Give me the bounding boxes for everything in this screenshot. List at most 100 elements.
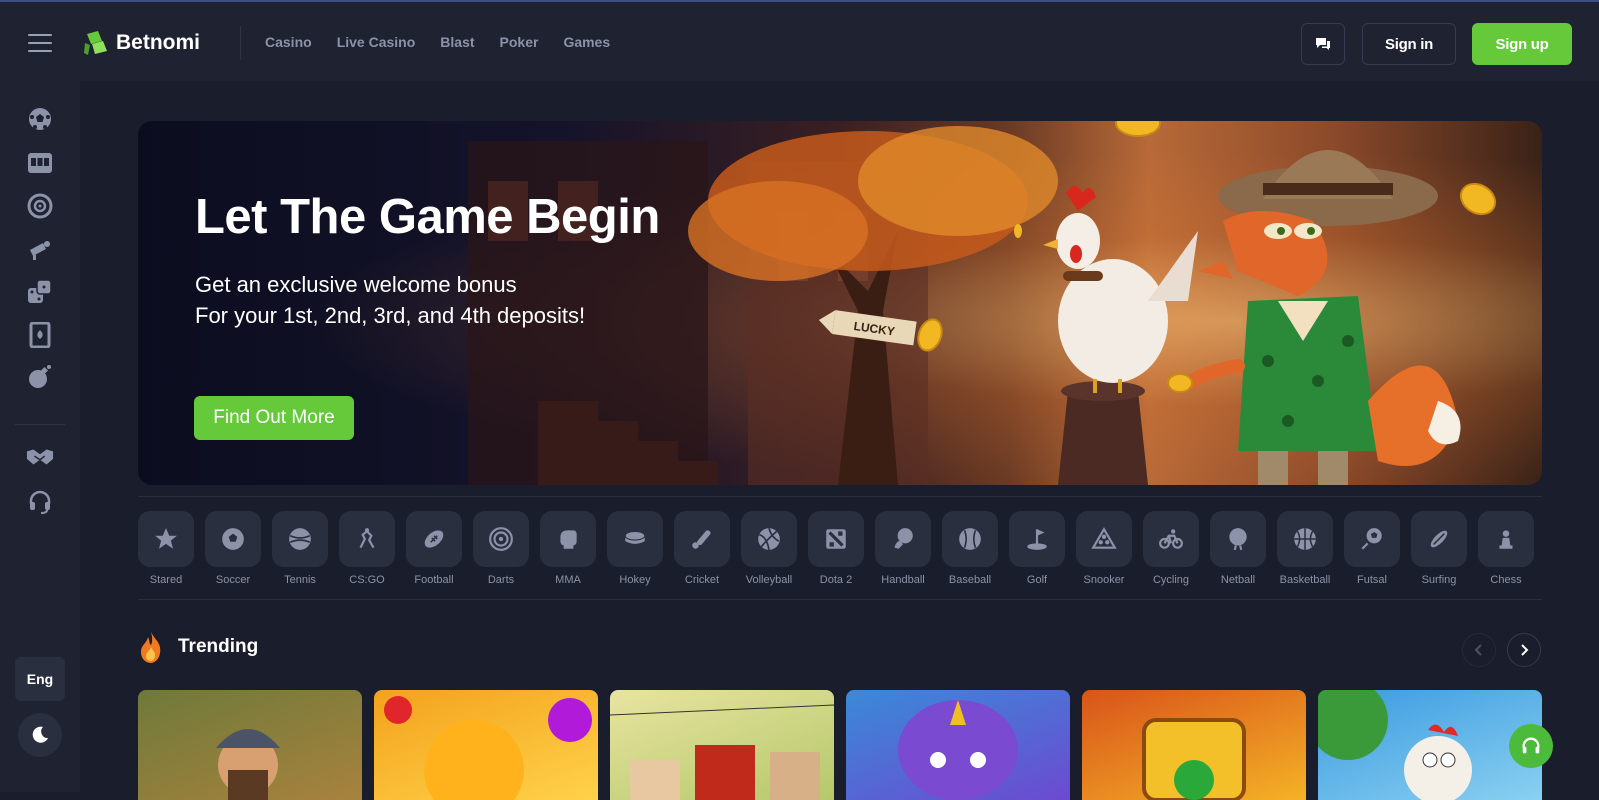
- football-icon: [424, 530, 444, 548]
- game-card-gems[interactable]: [1082, 690, 1306, 800]
- tennis-icon: [289, 528, 311, 550]
- sport-tile[interactable]: [272, 511, 328, 567]
- sports-category-strip: Stared Soccer Tennis CS:GO Football Darts MMA H…: [138, 496, 1542, 600]
- sport-tile[interactable]: [406, 511, 462, 567]
- theme-toggle-button[interactable]: [18, 713, 62, 757]
- sport-tile[interactable]: [674, 511, 730, 567]
- chat-button[interactable]: [1301, 23, 1345, 65]
- sport-item-baseball[interactable]: Baseball: [942, 511, 998, 586]
- sport-item-volleyball[interactable]: Volleyball: [741, 511, 797, 586]
- sport-item-tennis[interactable]: Tennis: [272, 511, 328, 586]
- game-thumbnail: [610, 704, 834, 800]
- volleyball-icon: [758, 527, 780, 550]
- sport-item-surfing[interactable]: Surfing: [1411, 511, 1467, 586]
- sport-label: Cycling: [1152, 574, 1190, 586]
- game-thumbnail: [1142, 718, 1246, 800]
- banner-title: Let The Game Begin: [195, 190, 660, 244]
- nav-casino[interactable]: Casino: [265, 34, 312, 50]
- sport-item-mma[interactable]: MMA: [540, 511, 596, 586]
- mma-icon: [560, 530, 577, 549]
- sport-item-basketball[interactable]: Basketball: [1277, 511, 1333, 586]
- trending-title: Trending: [178, 636, 259, 657]
- game-card-western[interactable]: [610, 690, 834, 800]
- sport-label: Futsal: [1357, 574, 1387, 586]
- sport-label: Netball: [1220, 574, 1256, 586]
- sport-tile[interactable]: [339, 511, 395, 567]
- sport-item-cycling[interactable]: Cycling: [1143, 511, 1199, 586]
- sport-label: Chess: [1490, 574, 1522, 586]
- slot-machine-icon[interactable]: [26, 149, 54, 177]
- sport-tile[interactable]: [741, 511, 797, 567]
- roulette-icon[interactable]: [26, 192, 54, 220]
- futsal-icon: [1361, 528, 1382, 550]
- sports-ball-icon[interactable]: [26, 105, 54, 133]
- nav-poker[interactable]: Poker: [500, 34, 539, 50]
- bomb-icon[interactable]: [26, 363, 54, 391]
- star-icon: [155, 528, 177, 549]
- sport-item-stared[interactable]: Stared: [138, 511, 194, 586]
- nav-games[interactable]: Games: [563, 34, 610, 50]
- sport-tile[interactable]: [205, 511, 261, 567]
- menu-icon[interactable]: [28, 34, 52, 52]
- sport-tile[interactable]: [1076, 511, 1132, 567]
- sport-tile[interactable]: [1411, 511, 1467, 567]
- sport-tile[interactable]: [1277, 511, 1333, 567]
- sport-item-soccer[interactable]: Soccer: [205, 511, 261, 586]
- logo[interactable]: Betnomi: [82, 29, 200, 57]
- sport-item-handball[interactable]: Handball: [875, 511, 931, 586]
- nav-blast[interactable]: Blast: [440, 34, 474, 50]
- sport-tile[interactable]: [540, 511, 596, 567]
- sport-item-darts[interactable]: Darts: [473, 511, 529, 586]
- sport-tile[interactable]: [607, 511, 663, 567]
- playing-card-icon[interactable]: [26, 321, 54, 349]
- promo-banner: LUCKY Let The Game Begin Get an exclusiv…: [138, 121, 1542, 485]
- sport-tile[interactable]: [942, 511, 998, 567]
- carousel-prev-button[interactable]: [1462, 633, 1496, 667]
- sport-item-futsal[interactable]: Futsal: [1344, 511, 1400, 586]
- trending-header: Trending: [138, 630, 258, 664]
- sport-item-cs-go[interactable]: CS:GO: [339, 511, 395, 586]
- sport-tile[interactable]: [808, 511, 864, 567]
- sign-up-button[interactable]: Sign up: [1472, 23, 1572, 65]
- nav-live-casino[interactable]: Live Casino: [337, 34, 416, 50]
- nav-divider: [240, 26, 241, 60]
- sport-tile[interactable]: [1009, 511, 1065, 567]
- fire-icon: [141, 631, 161, 663]
- sport-label: Stared: [149, 574, 183, 586]
- sport-label: Handball: [881, 574, 925, 586]
- find-out-more-button[interactable]: Find Out More: [194, 396, 354, 440]
- sign-in-button[interactable]: Sign in: [1362, 23, 1456, 65]
- game-card-fruit[interactable]: [374, 690, 598, 800]
- sport-tile[interactable]: [473, 511, 529, 567]
- sport-item-cricket[interactable]: Cricket: [674, 511, 730, 586]
- logo-text: Betnomi: [116, 31, 200, 54]
- sport-item-netball[interactable]: Netball: [1210, 511, 1266, 586]
- sport-label: Surfing: [1421, 574, 1457, 586]
- cricket-icon: [692, 530, 711, 549]
- darts-icon: [489, 527, 513, 551]
- sport-label: Baseball: [948, 574, 992, 586]
- sport-item-hokey[interactable]: Hokey: [607, 511, 663, 586]
- sport-tile[interactable]: [138, 511, 194, 567]
- sport-item-snooker[interactable]: Snooker: [1076, 511, 1132, 586]
- language-button[interactable]: Eng: [15, 657, 65, 701]
- sport-item-chess[interactable]: Chess: [1478, 511, 1534, 586]
- game-card-explorer[interactable]: [138, 690, 362, 800]
- sport-item-football[interactable]: Football: [406, 511, 462, 586]
- live-support-button[interactable]: [1509, 724, 1553, 768]
- sport-item-dota-2[interactable]: Dota 2: [808, 511, 864, 586]
- carousel-next-button[interactable]: [1507, 633, 1541, 667]
- game-card-monster[interactable]: [846, 690, 1070, 800]
- dice-icon[interactable]: [26, 278, 54, 306]
- sport-item-golf[interactable]: Golf: [1009, 511, 1065, 586]
- sport-tile[interactable]: [1143, 511, 1199, 567]
- sport-tile[interactable]: [1478, 511, 1534, 567]
- banner-subtitle-line1: Get an exclusive welcome bonus: [195, 272, 517, 297]
- netball-icon: [1229, 528, 1247, 551]
- megaphone-icon[interactable]: [26, 235, 54, 263]
- sport-tile[interactable]: [1344, 511, 1400, 567]
- sport-tile[interactable]: [1210, 511, 1266, 567]
- headset-icon[interactable]: [26, 488, 54, 516]
- handshake-icon[interactable]: [26, 443, 54, 471]
- sport-tile[interactable]: [875, 511, 931, 567]
